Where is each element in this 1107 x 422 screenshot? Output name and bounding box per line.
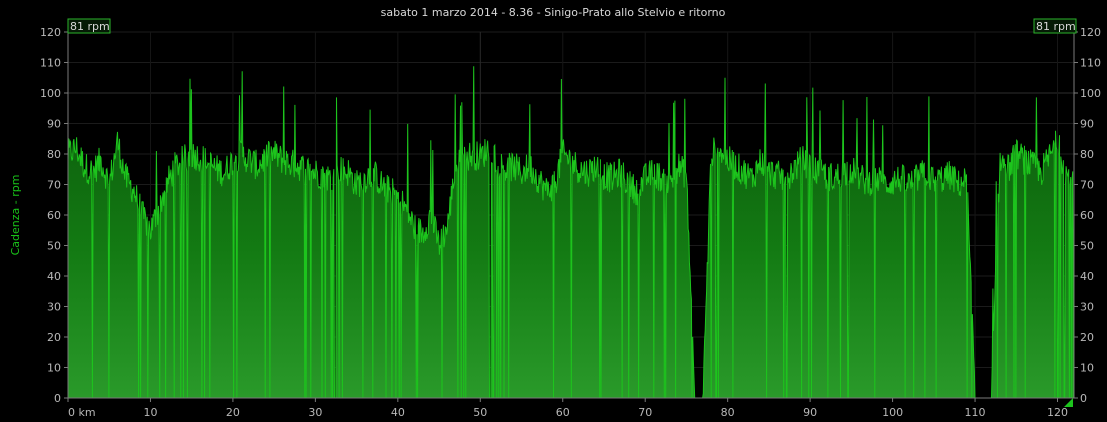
y-tick-label-right: 100: [1080, 87, 1101, 100]
y-tick-label-left: 0: [54, 392, 61, 405]
y-tick-label-right: 40: [1080, 270, 1094, 283]
y-tick-label-right: 30: [1080, 301, 1094, 314]
cadence-chart: sabato 1 marzo 2014 - 8.36 - Sinigo-Prat…: [9, 6, 1101, 419]
x-tick-label: 0 km: [68, 406, 96, 419]
y-tick-label-left: 80: [47, 148, 61, 161]
badge-left: 81 rpm: [67, 18, 111, 34]
x-tick-label: 100: [882, 406, 903, 419]
badge-right-text: 81 rpm: [1036, 20, 1076, 33]
y-tick-label-right: 80: [1080, 148, 1094, 161]
y-tick-label-right: 70: [1080, 179, 1094, 192]
y-tick-label-left: 110: [40, 57, 61, 70]
y-tick-label-right: 110: [1080, 57, 1101, 70]
y-tick-label-left: 40: [47, 270, 61, 283]
y-tick-label-left: 60: [47, 209, 61, 222]
y-tick-label-right: 60: [1080, 209, 1094, 222]
x-tick-label: 120: [1047, 406, 1068, 419]
x-tick-label: 40: [391, 406, 405, 419]
y-tick-label-left: 30: [47, 301, 61, 314]
y-tick-label-right: 50: [1080, 240, 1094, 253]
y-tick-label-left: 20: [47, 331, 61, 344]
x-tick-label: 50: [473, 406, 487, 419]
y-tick-label-right: 0: [1080, 392, 1087, 405]
x-tick-label: 20: [226, 406, 240, 419]
y-tick-label-left: 120: [40, 26, 61, 39]
y-tick-label-right: 90: [1080, 118, 1094, 131]
y-axis-label: Cadenza - rpm: [9, 175, 22, 256]
y-tick-label-left: 10: [47, 362, 61, 375]
y-axis-left-ticks: 0 10 20 30 40 50 60 70 80 90 100 110 120: [40, 26, 68, 405]
badge-right: 81 rpm: [1033, 18, 1077, 34]
y-tick-label-left: 70: [47, 179, 61, 192]
x-tick-label: 90: [803, 406, 817, 419]
x-tick-label: 10: [143, 406, 157, 419]
chart-title: sabato 1 marzo 2014 - 8.36 - Sinigo-Prat…: [381, 6, 726, 19]
x-tick-label: 60: [556, 406, 570, 419]
y-tick-label-left: 90: [47, 118, 61, 131]
x-tick-label: 80: [721, 406, 735, 419]
y-tick-label-right: 10: [1080, 362, 1094, 375]
y-tick-label-right: 120: [1080, 26, 1101, 39]
badge-left-text: 81 rpm: [70, 20, 110, 33]
y-tick-label-left: 100: [40, 87, 61, 100]
x-tick-label: 30: [308, 406, 322, 419]
y-tick-label-right: 20: [1080, 331, 1094, 344]
x-axis-ticks: 0 km 10 20 30 40 50 60 70 80 90 100 110 120: [67, 398, 1068, 419]
y-tick-label-left: 50: [47, 240, 61, 253]
chart-area-layer: [67, 66, 1075, 399]
y-axis-right-ticks: 0 10 20 30 40 50 60 70 80 90 100 110 120: [1074, 26, 1101, 405]
x-tick-label: 110: [965, 406, 986, 419]
x-tick-label: 70: [638, 406, 652, 419]
